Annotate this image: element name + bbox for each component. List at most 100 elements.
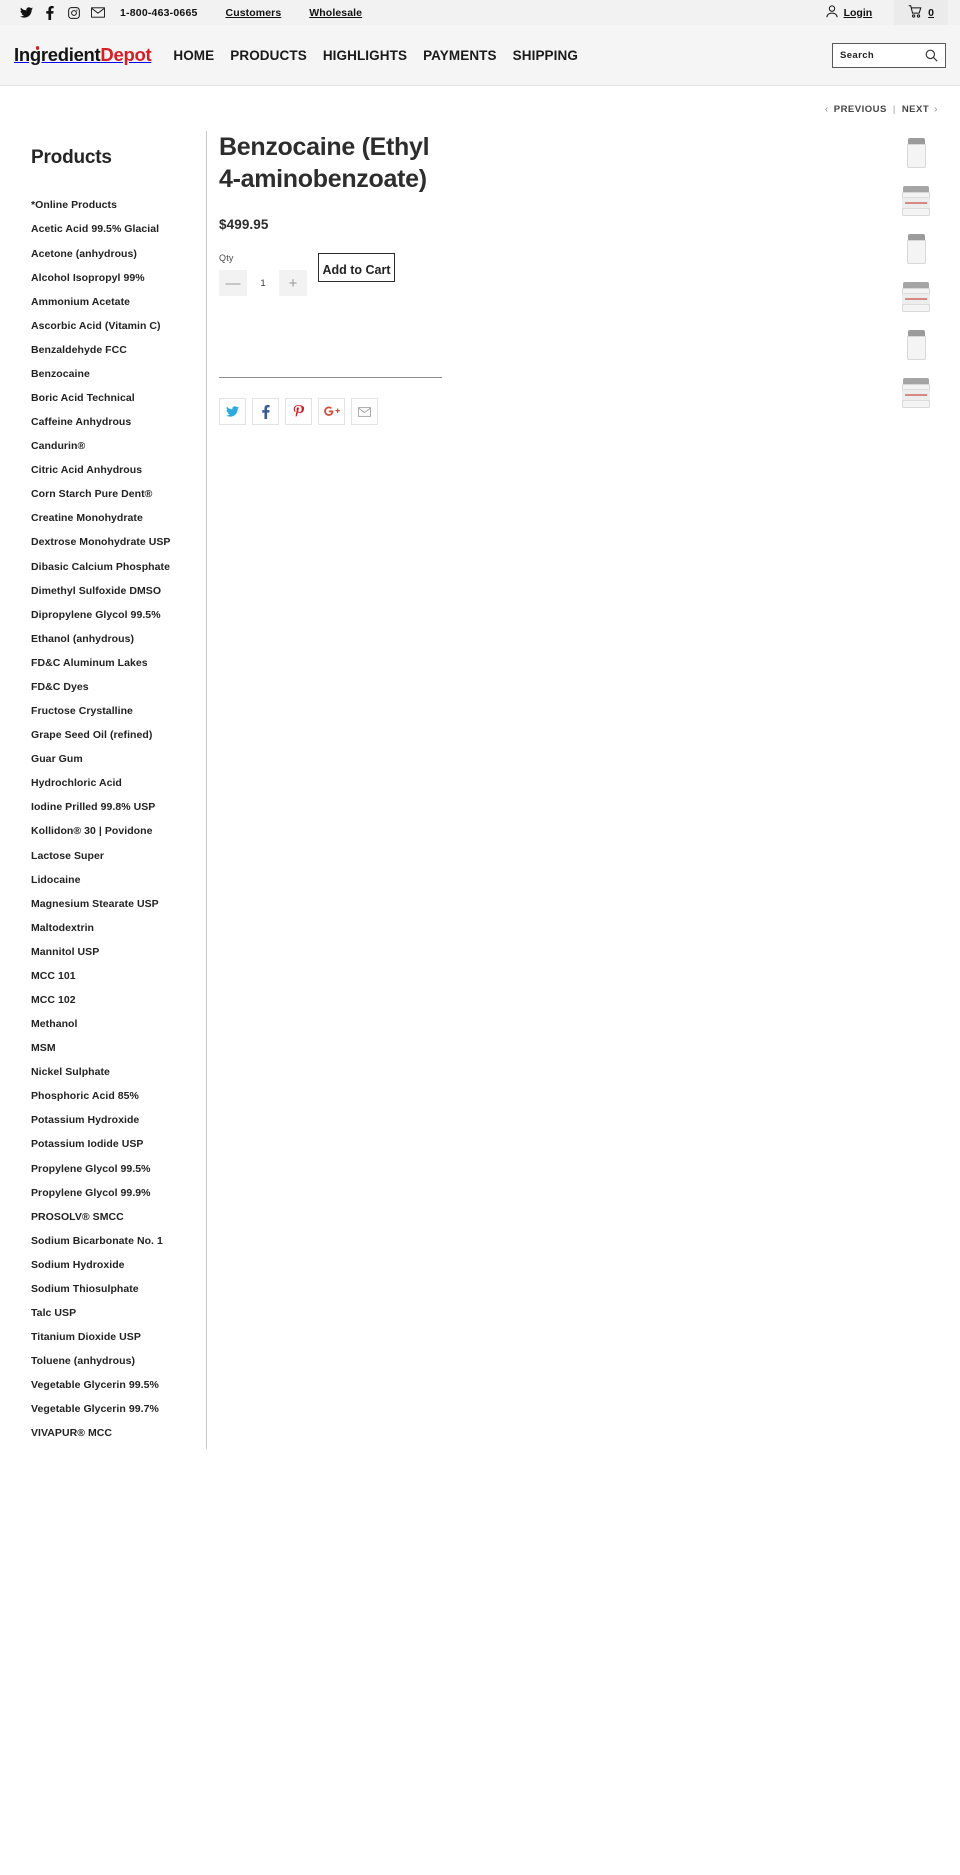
quantity-stepper[interactable]: — +	[219, 270, 307, 296]
sidebar-item-link[interactable]: Potassium Iodide USP	[31, 1133, 194, 1157]
sidebar-item-link[interactable]: Creatine Monohydrate	[31, 507, 194, 531]
sidebar-item-link[interactable]: Propylene Glycol 99.9%	[31, 1181, 194, 1205]
sidebar-list-item: Dibasic Calcium Phosphate	[31, 555, 194, 579]
sidebar-item-link[interactable]: Boric Acid Technical	[31, 387, 194, 411]
sidebar-item-link[interactable]: Magnesium Stearate USP	[31, 892, 194, 916]
sidebar-item-link[interactable]: Acetic Acid 99.5% Glacial	[31, 218, 194, 242]
utility-bar-left: 1-800-463-0665 Customers Wholesale	[14, 0, 362, 25]
sidebar-item-link[interactable]: PROSOLV® SMCC	[31, 1205, 194, 1229]
sidebar-item-link[interactable]: MSM	[31, 1037, 194, 1061]
sidebar-item-link[interactable]: Grape Seed Oil (refined)	[31, 724, 194, 748]
sidebar-list-item: Maltodextrin	[31, 916, 194, 940]
sidebar-list-item: MCC 102	[31, 989, 194, 1013]
thumbnail-6[interactable]	[894, 371, 938, 415]
sidebar-item-link[interactable]: Lidocaine	[31, 868, 194, 892]
sidebar-item-link[interactable]: Sodium Bicarbonate No. 1	[31, 1229, 194, 1253]
sidebar-item-link[interactable]: Dibasic Calcium Phosphate	[31, 555, 194, 579]
sidebar-item-link[interactable]: Iodine Prilled 99.8% USP	[31, 796, 194, 820]
sidebar-item-link[interactable]: *Online Products	[31, 194, 194, 218]
quantity-increment-button[interactable]: +	[279, 270, 307, 296]
share-pinterest-icon[interactable]	[285, 398, 312, 425]
instagram-icon[interactable]	[62, 0, 86, 25]
thumbnail-5[interactable]	[894, 323, 938, 367]
sidebar-item-link[interactable]: Maltodextrin	[31, 916, 194, 940]
share-googleplus-icon[interactable]	[318, 398, 345, 425]
sidebar-list-item: Potassium Hydroxide	[31, 1109, 194, 1133]
sidebar-item-link[interactable]: Ethanol (anhydrous)	[31, 627, 194, 651]
share-email-icon[interactable]	[351, 398, 378, 425]
logo-dot	[35, 46, 39, 50]
search-icon[interactable]	[925, 49, 938, 62]
sidebar-item-link[interactable]: Talc USP	[31, 1302, 194, 1326]
thumbnail-4[interactable]	[894, 275, 938, 319]
sidebar-item-link[interactable]: Hydrochloric Acid	[31, 772, 194, 796]
nav-item-home[interactable]: HOME	[165, 48, 222, 63]
sidebar-item-link[interactable]: Sodium Thiosulphate	[31, 1278, 194, 1302]
sidebar-item-link[interactable]: Methanol	[31, 1013, 194, 1037]
sidebar-item-link[interactable]: Sodium Hydroxide	[31, 1253, 194, 1277]
jar-body	[906, 144, 926, 168]
sidebar-item-link[interactable]: Fructose Crystalline	[31, 700, 194, 724]
nav-item-payments[interactable]: PAYMENTS	[415, 48, 505, 63]
sidebar-list-item: Fructose Crystalline	[31, 700, 194, 724]
quantity-decrement-button[interactable]: —	[219, 270, 247, 296]
sidebar-item-link[interactable]: Corn Starch Pure Dent®	[31, 483, 194, 507]
sidebar-item-link[interactable]: Dimethyl Sulfoxide DMSO	[31, 579, 194, 603]
utility-link-wholesale[interactable]: Wholesale	[309, 7, 362, 19]
sidebar-item-link[interactable]: Benzaldehyde FCC	[31, 338, 194, 362]
pager-previous-link[interactable]: PREVIOUS	[834, 104, 887, 115]
sidebar-item-link[interactable]: Citric Acid Anhydrous	[31, 459, 194, 483]
sidebar-item-link[interactable]: Ammonium Acetate	[31, 290, 194, 314]
sidebar-item-link[interactable]: Mannitol USP	[31, 940, 194, 964]
sidebar-item-link[interactable]: MCC 101	[31, 965, 194, 989]
login-button[interactable]: Login	[825, 4, 895, 21]
site-header: IngredientDepot HOME PRODUCTS HIGHLIGHTS…	[0, 25, 960, 86]
sidebar-item-link[interactable]: VIVAPUR® MCC	[31, 1422, 194, 1446]
utility-link-customers[interactable]: Customers	[226, 7, 282, 19]
sidebar-item-link[interactable]: FD&C Dyes	[31, 676, 194, 700]
sidebar-item-link[interactable]: Vegetable Glycerin 99.7%	[31, 1398, 194, 1422]
share-twitter-icon[interactable]	[219, 398, 246, 425]
search-input[interactable]	[840, 49, 925, 61]
sidebar-list-item: Grape Seed Oil (refined)	[31, 724, 194, 748]
sidebar-item-link[interactable]: Acetone (anhydrous)	[31, 242, 194, 266]
sidebar-item-link[interactable]: Alcohol Isopropyl 99%	[31, 266, 194, 290]
sidebar-item-link[interactable]: Vegetable Glycerin 99.5%	[31, 1374, 194, 1398]
product-info: Benzocaine (Ethyl 4-aminobenzoate) $499.…	[219, 131, 689, 425]
sidebar-item-link[interactable]: Propylene Glycol 99.5%	[31, 1157, 194, 1181]
sidebar-item-link[interactable]: Benzocaine	[31, 363, 194, 387]
sidebar-item-link[interactable]: Dipropylene Glycol 99.5%	[31, 603, 194, 627]
sidebar-item-link[interactable]: Potassium Hydroxide	[31, 1109, 194, 1133]
thumbnail-2[interactable]	[894, 179, 938, 223]
sidebar-item-link[interactable]: MCC 102	[31, 989, 194, 1013]
nav-item-highlights[interactable]: HIGHLIGHTS	[315, 48, 415, 63]
sidebar-item-link[interactable]: Titanium Dioxide USP	[31, 1326, 194, 1350]
nav-item-shipping[interactable]: SHIPPING	[505, 48, 586, 63]
sidebar-item-link[interactable]: Kollidon® 30 | Povidone	[31, 820, 194, 844]
sidebar-item-link[interactable]: Phosphoric Acid 85%	[31, 1085, 194, 1109]
thumbnail-3[interactable]	[894, 227, 938, 271]
pager-next-link[interactable]: NEXT	[902, 104, 929, 115]
sidebar-item-link[interactable]: Ascorbic Acid (Vitamin C)	[31, 314, 194, 338]
sidebar-item-link[interactable]: Lactose Super	[31, 844, 194, 868]
sidebar-item-link[interactable]: Dextrose Monohydrate USP	[31, 531, 194, 555]
twitter-icon[interactable]	[14, 0, 38, 25]
quantity-input[interactable]	[247, 270, 279, 296]
nav-item-products[interactable]: PRODUCTS	[222, 48, 315, 63]
sidebar-item-link[interactable]: FD&C Aluminum Lakes	[31, 651, 194, 675]
sidebar-item-link[interactable]: Nickel Sulphate	[31, 1061, 194, 1085]
email-icon[interactable]	[86, 0, 110, 25]
facebook-icon[interactable]	[38, 0, 62, 25]
thumbnail-1[interactable]	[894, 131, 938, 175]
sidebar-item-link[interactable]: Guar Gum	[31, 748, 194, 772]
add-to-cart-button[interactable]: Add to Cart	[318, 253, 395, 282]
search-box[interactable]	[832, 42, 946, 68]
sidebar-list-item: Kollidon® 30 | Povidone	[31, 820, 194, 844]
cart-button[interactable]: 0	[894, 0, 948, 25]
sidebar-item-link[interactable]: Caffeine Anhydrous	[31, 411, 194, 435]
sidebar-list-item: Sodium Hydroxide	[31, 1253, 194, 1277]
site-logo[interactable]: IngredientDepot	[14, 44, 152, 66]
share-facebook-icon[interactable]	[252, 398, 279, 425]
sidebar-item-link[interactable]: Toluene (anhydrous)	[31, 1350, 194, 1374]
sidebar-item-link[interactable]: Candurin®	[31, 435, 194, 459]
